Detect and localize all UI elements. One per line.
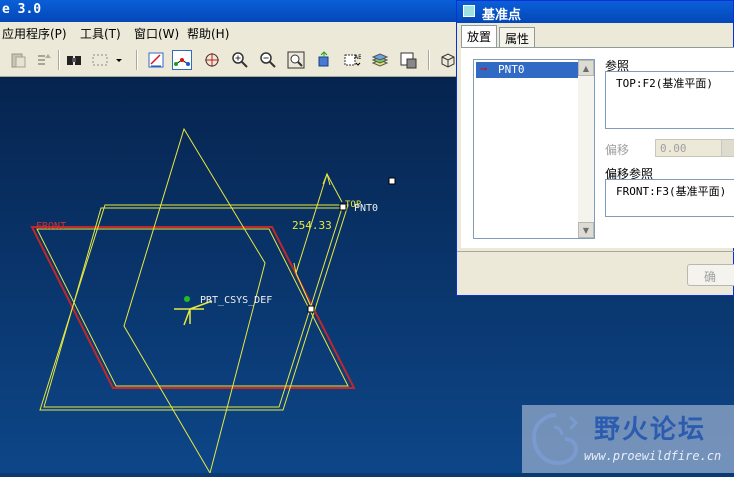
- zoom-out-icon[interactable]: [258, 50, 278, 70]
- zoom-fit-icon[interactable]: [286, 50, 306, 70]
- point-label: PNT0: [354, 203, 378, 214]
- arrow-icon: ➞: [480, 62, 488, 76]
- cube-icon[interactable]: [438, 50, 458, 70]
- svg-text:AB: AB: [354, 54, 361, 61]
- offset-references-field[interactable]: FRONT:F3(基准平面): [605, 179, 734, 217]
- ok-button[interactable]: 确: [687, 264, 734, 286]
- zoom-in-icon[interactable]: [230, 50, 250, 70]
- datum-display-icon[interactable]: [146, 50, 166, 70]
- saved-views-icon[interactable]: AB: [342, 50, 362, 70]
- dialog-title: 基准点: [482, 8, 522, 23]
- paste-icon[interactable]: [8, 50, 28, 70]
- menu-tools[interactable]: 工具(T): [80, 25, 121, 42]
- orient-icon[interactable]: [314, 50, 334, 70]
- spin-center-icon[interactable]: [202, 50, 222, 70]
- list-scrollbar[interactable]: ▲ ▼: [578, 60, 594, 238]
- menu-bar: 应用程序(P) 工具(T) 窗口(W) 帮助(H): [0, 22, 460, 44]
- select-box-icon[interactable]: [90, 50, 110, 70]
- layers-icon[interactable]: [370, 50, 390, 70]
- dialog-icon: [463, 5, 475, 17]
- watermark-title: 野火论坛: [594, 415, 707, 445]
- datum-point-icon[interactable]: [172, 50, 192, 70]
- scroll-down-icon[interactable]: ▼: [578, 222, 594, 238]
- dimension-value[interactable]: 254.33: [292, 219, 332, 232]
- offset-field[interactable]: 0.00: [655, 139, 734, 157]
- watermark-logo-icon: [531, 413, 579, 466]
- app-title: e 3.0: [2, 2, 42, 17]
- dropdown-icon[interactable]: [114, 50, 124, 70]
- datum-point-dialog: 基准点 放置 属性 ➞ PNT0 ▲ ▼ 参照 TOP:F2(基准平面) 偏移 …: [456, 0, 734, 296]
- offset-dropdown[interactable]: [721, 139, 734, 157]
- watermark-url: www.proewildfire.cn: [584, 449, 722, 463]
- find-icon[interactable]: [64, 50, 84, 70]
- main-toolbar: AB: [0, 44, 460, 77]
- point-list[interactable]: ➞ PNT0 ▲ ▼: [473, 59, 595, 239]
- offset-handle[interactable]: [307, 305, 315, 313]
- menu-window[interactable]: 窗口(W): [134, 25, 179, 42]
- drag-handle[interactable]: [388, 177, 396, 185]
- dialog-title-bar[interactable]: 基准点: [457, 1, 733, 23]
- menu-help[interactable]: 帮助(H): [187, 25, 229, 42]
- tab-placement[interactable]: 放置: [461, 25, 498, 48]
- tab-properties[interactable]: 属性: [499, 27, 536, 47]
- menu-applications[interactable]: 应用程序(P): [2, 25, 67, 42]
- front-label: FRONT: [36, 221, 66, 232]
- regenerate-icon[interactable]: [34, 50, 54, 70]
- forum-watermark: 野火论坛 www.proewildfire.cn: [522, 405, 734, 473]
- csys-label: PRT_CSYS_DEF: [200, 295, 272, 306]
- view-manager-icon[interactable]: [398, 50, 418, 70]
- list-item[interactable]: ➞ PNT0: [476, 62, 580, 78]
- scroll-up-icon[interactable]: ▲: [578, 60, 594, 76]
- references-field[interactable]: TOP:F2(基准平面): [605, 71, 734, 129]
- offset-label: 偏移: [605, 143, 630, 157]
